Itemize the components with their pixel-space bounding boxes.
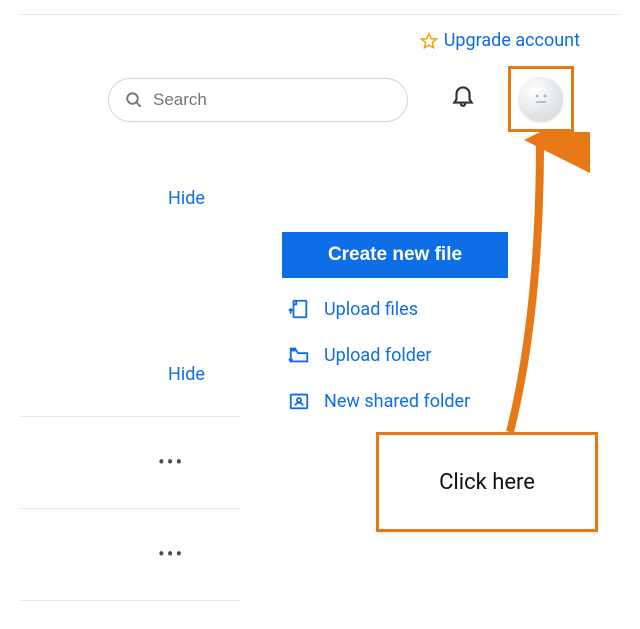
more-options-1[interactable]: ••• [158,450,184,474]
shared-folder-icon [288,390,310,412]
upload-file-icon [288,298,310,320]
list-divider [20,416,240,417]
search-field[interactable] [108,78,408,122]
upgrade-account-link[interactable]: Upgrade account [420,30,580,51]
search-input[interactable] [153,90,391,110]
list-divider [20,508,240,509]
annotation-callout-text: Click here [439,470,535,495]
more-options-2[interactable]: ••• [158,542,184,566]
upload-folder-icon [288,344,310,366]
upload-files-label: Upload files [324,299,418,320]
list-divider [20,600,240,601]
new-shared-folder-label: New shared folder [324,391,470,412]
avatar-face-icon [530,92,552,106]
upload-folder-action[interactable]: Upload folder [288,344,432,366]
hide-link-2[interactable]: Hide [168,364,205,385]
search-icon [125,91,143,109]
upgrade-account-label: Upgrade account [444,30,580,51]
create-new-file-label: Create new file [328,244,462,266]
create-new-file-button[interactable]: Create new file [282,232,508,278]
bell-icon [450,82,476,108]
annotation-arrow [500,132,590,442]
avatar-highlight-box [508,66,574,132]
upload-folder-label: Upload folder [324,345,432,366]
upload-files-action[interactable]: Upload files [288,298,418,320]
top-divider [20,14,620,15]
account-avatar[interactable] [519,77,563,121]
annotation-callout: Click here [376,432,598,532]
notifications-button[interactable] [450,82,476,112]
new-shared-folder-action[interactable]: New shared folder [288,390,470,412]
hide-link-1[interactable]: Hide [168,188,205,209]
star-icon [420,32,438,50]
